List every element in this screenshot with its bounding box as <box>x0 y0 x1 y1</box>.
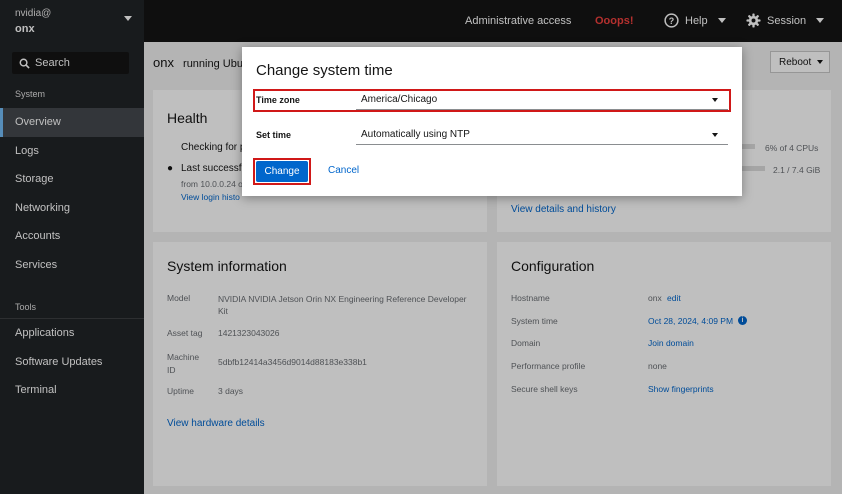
settime-select[interactable]: Automatically using NTP <box>356 125 728 145</box>
dialog-title: Change system time <box>256 62 393 79</box>
chevron-down-icon <box>712 133 718 137</box>
change-time-dialog: Change system time Time zone America/Chi… <box>242 47 742 196</box>
change-highlight <box>253 158 311 185</box>
settime-row: Set time Automatically using NTP <box>256 125 728 145</box>
settime-label: Set time <box>256 130 292 140</box>
timezone-highlight <box>253 89 731 112</box>
cancel-button[interactable]: Cancel <box>328 165 359 176</box>
settime-value: Automatically using NTP <box>361 129 470 140</box>
